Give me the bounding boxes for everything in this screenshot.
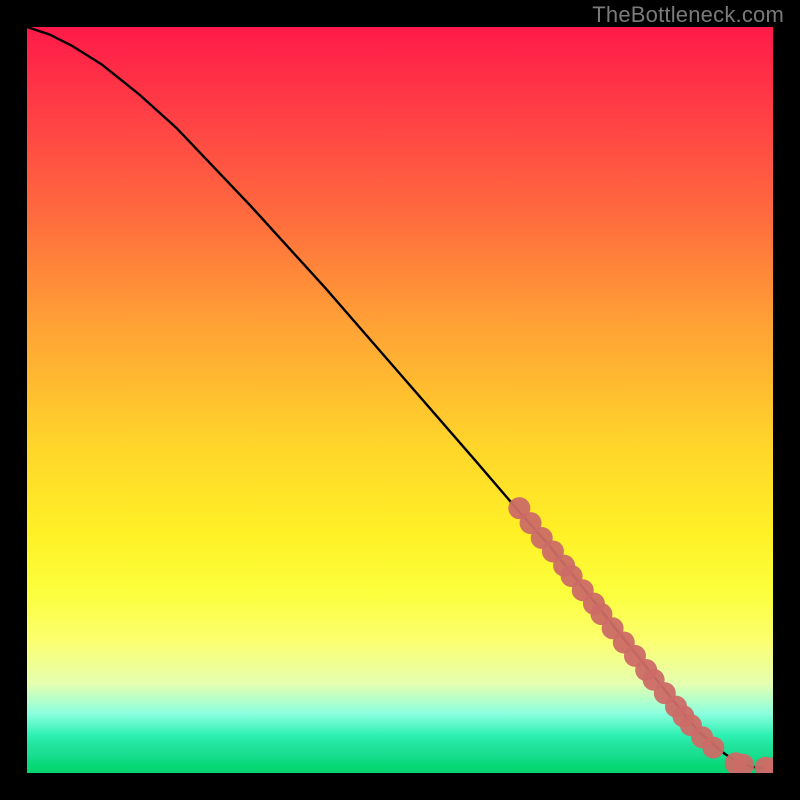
curve-markers <box>508 497 773 773</box>
curve-line <box>27 27 773 769</box>
marker-point <box>702 737 724 759</box>
watermark-text: TheBottleneck.com <box>592 2 784 28</box>
chart-stage: TheBottleneck.com <box>0 0 800 800</box>
chart-svg <box>27 27 773 773</box>
plot-area <box>27 27 773 773</box>
